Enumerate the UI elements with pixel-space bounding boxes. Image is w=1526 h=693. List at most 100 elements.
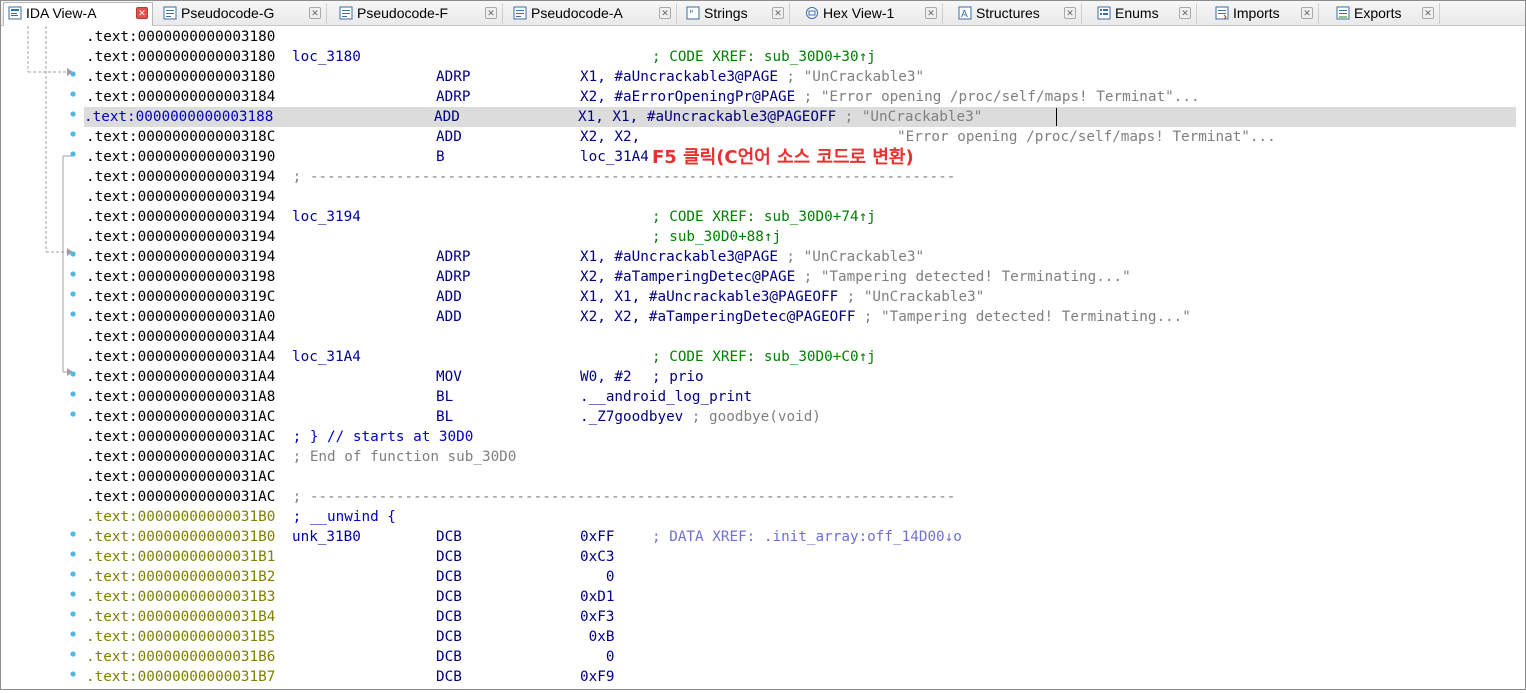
listing-line[interactable]: .text:000000000000318C ADD X2, X2, "Error o…: [86, 127, 1516, 147]
tab-hex-view-1[interactable]: Hex View-1 ✕: [801, 3, 943, 24]
instruction-mnemonic: ADRP: [436, 69, 471, 85]
listing-line[interactable]: .text:00000000000031AC ; End of function…: [86, 447, 1516, 467]
tab-pseudocode-f[interactable]: Pseudocode-F ✕: [335, 3, 503, 24]
instruction-mnemonic: BL: [436, 409, 454, 425]
listing-line[interactable]: .text:00000000000031B0 unk_31B0 DCB 0xFF ; D…: [86, 527, 1516, 547]
instruction-comment: "Error opening /proc/self/maps! Terminat…: [897, 129, 1276, 145]
operand-comment: ; prio: [652, 369, 704, 385]
tab-imports[interactable]: Imports ✕: [1211, 3, 1319, 24]
line-address: .text:00000000000031B4: [86, 609, 276, 625]
instruction-dot-icon: [70, 291, 76, 297]
tab-close-icon[interactable]: ✕: [925, 7, 937, 19]
vertical-scrollbar[interactable]: [1516, 26, 1524, 688]
line-address: .text:00000000000031B6: [86, 649, 276, 665]
tab-ida-view-a[interactable]: IDA View-A ✕: [3, 2, 153, 26]
instruction-operands: 0xB: [580, 629, 615, 645]
instruction-dot-icon: [70, 551, 76, 557]
listing-line[interactable]: .text:00000000000031B1 DCB 0xC3: [86, 547, 1516, 567]
tab-pseudocode-g[interactable]: Pseudocode-G ✕: [159, 3, 327, 24]
listing-line[interactable]: .text:00000000000031AC: [86, 467, 1516, 487]
line-address: .text:0000000000003184: [86, 89, 276, 105]
listing-line[interactable]: .text:00000000000031AC BL ._Z7goodbyev ; g…: [86, 407, 1516, 427]
listing-line[interactable]: .text:00000000000031AC ; } // starts at …: [86, 427, 1516, 447]
instruction-operands: W0, #2: [580, 369, 632, 385]
tab-close-icon[interactable]: ✕: [309, 7, 321, 19]
listing-line[interactable]: .text:00000000000031AC ; ---------------…: [86, 487, 1516, 507]
instruction-dot-icon: [70, 311, 76, 317]
listing-line[interactable]: .text:00000000000031B6 DCB 0: [86, 647, 1516, 667]
instruction-comment: ; "UnCrackable3": [836, 109, 983, 125]
instruction-comment: ; goodbye(void): [683, 409, 821, 425]
line-address: .text:00000000000031B5: [86, 629, 276, 645]
listing-line[interactable]: .text:00000000000031A4 MOV W0, #2 ; prio: [86, 367, 1516, 387]
listing-line[interactable]: .text:00000000000031B0 ; __unwind {: [86, 507, 1516, 527]
listing-line[interactable]: .text:0000000000003194 loc_3194 ; CODE XRE…: [86, 207, 1516, 227]
tab-bar: IDA View-A ✕ Pseudocode-G ✕ Pseudocode-F ✕ Pse…: [1, 1, 1525, 26]
tab-structures[interactable]: A Structures ✕: [954, 3, 1082, 24]
instruction-mnemonic: ADD: [436, 309, 462, 325]
instruction-dot-icon: [70, 631, 76, 637]
listing-line[interactable]: .text:00000000000031A4 loc_31A4 ; CODE XRE…: [86, 347, 1516, 367]
instruction-dot-icon: [70, 371, 76, 377]
listing-line[interactable]: .text:00000000000031B4 DCB 0xF3: [86, 607, 1516, 627]
listing-line[interactable]: .text:00000000000031B3 DCB 0xD1: [86, 587, 1516, 607]
listing-line[interactable]: .text:00000000000031A8 BL .__android_log_p…: [86, 387, 1516, 407]
instruction-mnemonic: DCB: [436, 649, 462, 665]
instruction-dot-icon: [70, 391, 76, 397]
listing-line[interactable]: .text:0000000000003188 ADD X1, X1, #aUncra…: [84, 107, 1516, 127]
tab-exports[interactable]: Exports ✕: [1332, 3, 1440, 24]
instruction-operands: X2, X2, #aTamperingDetec@PAGEOFF: [580, 309, 856, 325]
instruction-mnemonic: DCB: [436, 569, 462, 585]
disassembly-listing[interactable]: .text:0000000000003180 .text:000000000000…: [84, 27, 1516, 688]
listing-line[interactable]: .text:0000000000003184 ADRP X2, #aErrorOpe…: [86, 87, 1516, 107]
separator-line: ; --------------------------------------…: [284, 489, 956, 505]
tab-pseudocode-a[interactable]: Pseudocode-A ✕: [509, 3, 677, 24]
listing-line[interactable]: .text:00000000000031A4: [86, 327, 1516, 347]
listing-line[interactable]: .text:00000000000031B7 DCB 0xF9: [86, 667, 1516, 687]
tab-label: Strings: [704, 5, 748, 21]
listing-line[interactable]: .text:00000000000031B2 DCB 0: [86, 567, 1516, 587]
tab-close-icon[interactable]: ✕: [1179, 7, 1191, 19]
pseudocode-icon: [163, 6, 177, 20]
instruction-mnemonic: ADD: [436, 289, 462, 305]
listing-line[interactable]: .text:0000000000003180 loc_3180 ; CODE XRE…: [86, 47, 1516, 67]
line-address: .text:0000000000003194: [86, 169, 276, 185]
tab-close-icon[interactable]: ✕: [659, 7, 671, 19]
listing-line[interactable]: .text:0000000000003194 ADRP X1, #aUncracka…: [86, 247, 1516, 267]
enums-icon: [1097, 6, 1111, 20]
instruction-operands: 0: [580, 569, 615, 585]
data-xref-comment: ; DATA XREF: .init_array:off_14D00↓o: [652, 529, 962, 545]
tab-enums[interactable]: Enums ✕: [1093, 3, 1197, 24]
tab-close-icon[interactable]: ✕: [136, 7, 148, 19]
instruction-mnemonic: DCB: [436, 629, 462, 645]
tab-close-icon[interactable]: ✕: [1422, 7, 1434, 19]
listing-line[interactable]: .text:00000000000031A0 ADD X2, X2, #aTampe…: [86, 307, 1516, 327]
tab-strings[interactable]: " Strings ✕: [682, 3, 790, 24]
code-label: loc_31A4: [292, 349, 361, 365]
text-cursor: [1056, 108, 1057, 126]
tab-close-icon[interactable]: ✕: [1301, 7, 1313, 19]
listing-line[interactable]: .text:000000000000319C ADD X1, X1, #aUncra…: [86, 287, 1516, 307]
instruction-dot-icon: [70, 131, 76, 137]
instruction-operands: 0: [580, 649, 615, 665]
listing-line[interactable]: .text:0000000000003180 ADRP X1, #aUncracka…: [86, 67, 1516, 87]
listing-line[interactable]: .text:0000000000003198 ADRP X2, #aTamperin…: [86, 267, 1516, 287]
line-address: .text:000000000000318C: [86, 129, 276, 145]
tab-close-icon[interactable]: ✕: [485, 7, 497, 19]
tab-close-icon[interactable]: ✕: [1064, 7, 1076, 19]
instruction-comment: ; "Tampering detected! Terminating...": [795, 269, 1131, 285]
instruction-operands: loc_31A4: [580, 149, 649, 165]
tab-close-icon[interactable]: ✕: [772, 7, 784, 19]
function-comment: ; } // starts at 30D0: [284, 429, 474, 445]
line-address: .text:0000000000003194: [86, 229, 276, 245]
listing-line[interactable]: .text:00000000000031B5 DCB 0xB: [86, 627, 1516, 647]
listing-line[interactable]: .text:0000000000003194: [86, 187, 1516, 207]
exports-icon: [1336, 6, 1350, 20]
instruction-operands: X2, #aErrorOpeningPr@PAGE: [580, 89, 796, 105]
instruction-operands: X2, X2,: [580, 129, 641, 145]
ida-view-icon: [8, 6, 22, 20]
listing-line[interactable]: .text:0000000000003194 ; sub_30D0+88↑j: [86, 227, 1516, 247]
instruction-operands: 0xC3: [580, 549, 615, 565]
code-label: loc_3180: [292, 49, 361, 65]
listing-line[interactable]: .text:0000000000003180: [86, 27, 1516, 47]
